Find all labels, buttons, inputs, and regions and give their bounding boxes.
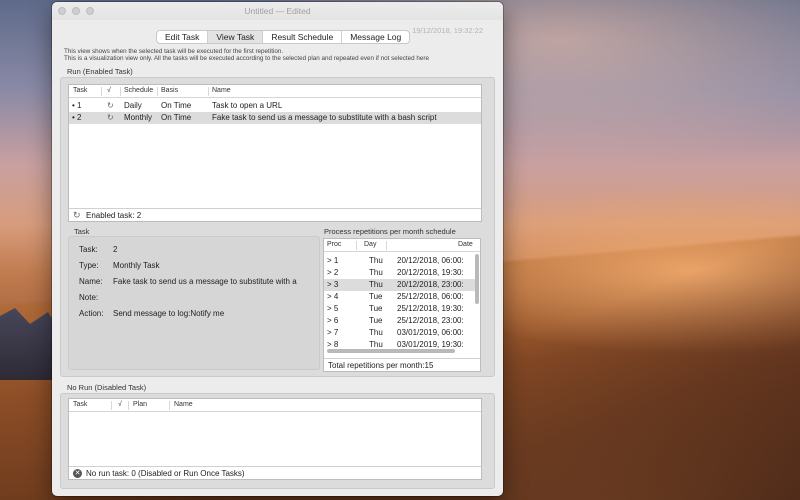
- row-date: 25/12/2018, 06:00:: [397, 292, 464, 301]
- norun-task-table: Task √ Plan Name ✕ No run task: 0 (Disab…: [68, 398, 482, 480]
- title-bar[interactable]: Untitled — Edited: [52, 2, 503, 20]
- table-row[interactable]: > 4 Tue 25/12/2018, 06:00:: [324, 291, 475, 303]
- schedule-table-header: Proc Day Date: [324, 239, 480, 252]
- col-schedule[interactable]: Schedule: [124, 87, 153, 94]
- col-check[interactable]: √: [107, 87, 111, 94]
- row-day: Thu: [369, 340, 383, 349]
- app-window: Untitled — Edited 19/12/2018, 19:32:22 E…: [52, 2, 503, 496]
- tab-result-schedule[interactable]: Result Schedule: [263, 31, 343, 43]
- enabled-task-count: Enabled task: 2: [86, 211, 142, 220]
- col-day[interactable]: Day: [364, 241, 376, 248]
- table-row[interactable]: > 5 Tue 25/12/2018, 19:30:: [324, 303, 475, 315]
- norun-section-label: No Run (Disabled Task): [67, 383, 147, 392]
- schedule-label: Process repetitions per month schedule: [324, 227, 456, 236]
- row-proc: > 2: [327, 268, 339, 277]
- no-run-task-count: No run task: 0 (Disabled or Run Once Tas…: [86, 469, 245, 478]
- row-day: Thu: [369, 268, 383, 277]
- row-proc: > 4: [327, 292, 339, 301]
- col-task[interactable]: Task: [73, 87, 87, 94]
- row-proc: > 3: [327, 280, 339, 289]
- table-row[interactable]: > 1 Thu 20/12/2018, 06:00:: [324, 255, 475, 267]
- repeat-icon: ↻: [107, 101, 114, 110]
- table-row[interactable]: > 7 Thu 03/01/2019, 06:00:: [324, 327, 475, 339]
- col-check[interactable]: √: [118, 401, 122, 408]
- run-section-label: Run (Enabled Task): [67, 67, 133, 76]
- col-plan[interactable]: Plan: [133, 401, 147, 408]
- col-name[interactable]: Name: [174, 401, 193, 408]
- row-day: Tue: [369, 292, 383, 301]
- row-proc: > 7: [327, 328, 339, 337]
- detail-type: Type: Monthly Task: [79, 261, 160, 270]
- col-proc[interactable]: Proc: [327, 241, 341, 248]
- row-schedule: Daily: [124, 101, 142, 110]
- row-day: Thu: [369, 256, 383, 265]
- row-task-id: • 1: [72, 101, 82, 110]
- detail-task: Task: 2: [79, 245, 118, 254]
- detail-note: Note:: [79, 293, 99, 302]
- refresh-icon[interactable]: ↻: [73, 210, 81, 221]
- detail-name: Name: Fake task to send us a message to s…: [79, 277, 297, 286]
- row-task-id: • 2: [72, 113, 82, 122]
- row-proc: > 1: [327, 256, 339, 265]
- row-date: 25/12/2018, 23:00:: [397, 316, 464, 325]
- norun-status-bar: ✕ No run task: 0 (Disabled or Run Once T…: [69, 466, 481, 479]
- col-task[interactable]: Task: [73, 401, 87, 408]
- close-circle-icon: ✕: [73, 469, 82, 478]
- norun-table-header: Task √ Plan Name: [69, 399, 481, 412]
- row-day: Tue: [369, 316, 383, 325]
- row-date: 20/12/2018, 19:30:: [397, 268, 464, 277]
- row-proc: > 8: [327, 340, 339, 349]
- tab-view-task[interactable]: View Task: [208, 31, 264, 43]
- tab-message-log[interactable]: Message Log: [342, 31, 409, 43]
- tab-bar: Edit Task View Task Result Schedule Mess…: [156, 30, 411, 44]
- row-schedule: Monthly: [124, 113, 153, 122]
- row-name: Fake task to send us a message to substi…: [212, 113, 437, 122]
- row-basis: On Time: [161, 101, 192, 110]
- table-row[interactable]: > 3 Thu 20/12/2018, 23:00:: [324, 279, 475, 291]
- row-proc: > 6: [327, 316, 339, 325]
- info-note-1: This view shows when the selected task w…: [64, 48, 284, 55]
- schedule-vertical-scrollbar[interactable]: [475, 254, 479, 304]
- detail-action: Action: Send message to log:Notify me: [79, 309, 225, 318]
- row-day: Tue: [369, 304, 383, 313]
- row-basis: On Time: [161, 113, 192, 122]
- row-day: Thu: [369, 280, 383, 289]
- run-status-bar: ↻ Enabled task: 2: [69, 208, 481, 221]
- table-row[interactable]: • 2 ↻ Monthly On Time Fake task to send …: [69, 112, 481, 124]
- col-date[interactable]: Date: [458, 241, 473, 248]
- col-basis[interactable]: Basis: [161, 87, 178, 94]
- row-date: 03/01/2019, 19:30:: [397, 340, 464, 349]
- task-detail-label: Task: [74, 227, 90, 236]
- row-date: 20/12/2018, 06:00:: [397, 256, 464, 265]
- task-detail-box: Task: 2 Type: Monthly Task Name: Fake task …: [68, 236, 320, 370]
- schedule-horizontal-scrollbar[interactable]: [327, 349, 455, 353]
- table-row[interactable]: > 2 Thu 20/12/2018, 19:30:: [324, 267, 475, 279]
- info-note-2: This is a visualization view only. All t…: [64, 55, 429, 62]
- row-date: 25/12/2018, 19:30:: [397, 304, 464, 313]
- repeat-icon: ↻: [107, 113, 114, 122]
- run-table-header: Task √ Schedule Basis Name: [69, 85, 481, 98]
- row-day: Thu: [369, 328, 383, 337]
- current-timestamp: 19/12/2018, 19:32:22: [412, 26, 483, 35]
- row-proc: > 5: [327, 304, 339, 313]
- schedule-table: Proc Day Date > 1 Thu 20/12/2018, 06:00: > …: [323, 238, 481, 372]
- tab-edit-task[interactable]: Edit Task: [157, 31, 209, 43]
- table-row[interactable]: • 1 ↻ Daily On Time Task to open a URL: [69, 100, 481, 112]
- table-row[interactable]: > 6 Tue 25/12/2018, 23:00:: [324, 315, 475, 327]
- row-name: Task to open a URL: [212, 101, 283, 110]
- schedule-status-bar: Total repetitions per month:15: [324, 358, 480, 371]
- col-name[interactable]: Name: [212, 87, 231, 94]
- run-task-table: Task √ Schedule Basis Name • 1 ↻ Daily O…: [68, 84, 482, 222]
- row-date: 03/01/2019, 06:00:: [397, 328, 464, 337]
- window-title: Untitled — Edited: [244, 6, 311, 16]
- total-repetitions: Total repetitions per month:15: [328, 361, 434, 370]
- row-date: 20/12/2018, 23:00:: [397, 280, 464, 289]
